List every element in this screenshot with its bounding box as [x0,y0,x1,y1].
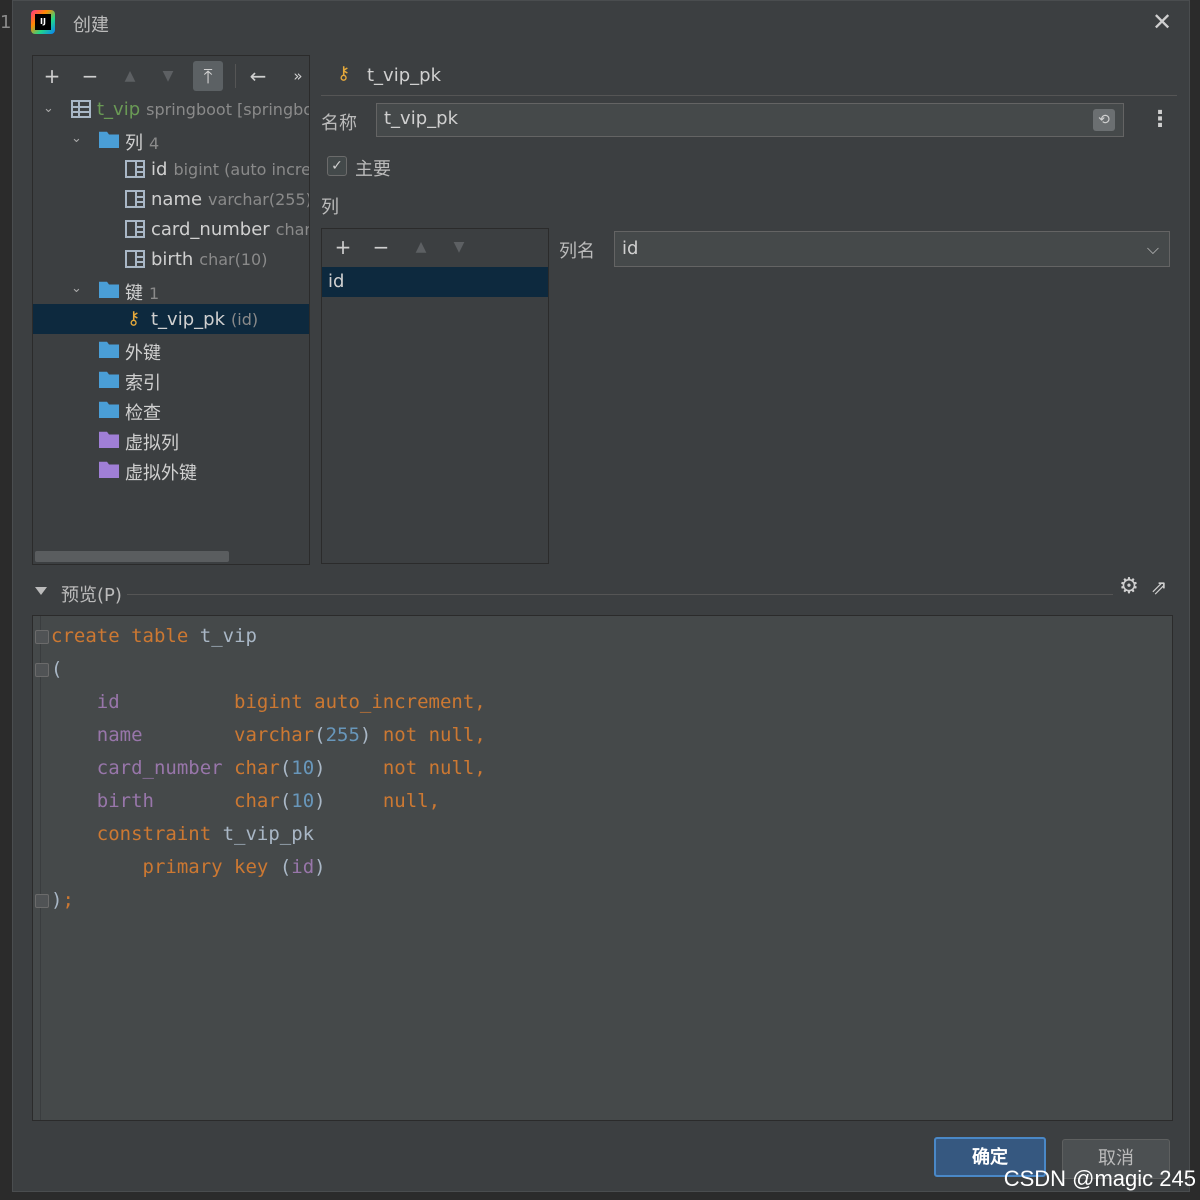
fold-marker-icon[interactable] [35,630,49,644]
folder-label: 外键 [125,343,161,364]
more-options-icon[interactable]: ⋮ [1149,107,1171,133]
intellij-app-icon: IJ [31,10,55,34]
name-label: 名称 [321,113,357,134]
sql-code: create table t_vip ( id bigint auto_incr… [51,625,486,911]
chevron-down-icon[interactable]: ⌄ [43,101,59,117]
folder-label: 索引 [125,373,161,394]
column-icon [125,220,145,238]
pin-to-top-icon[interactable]: ⤒ [193,61,223,91]
fold-marker-icon[interactable] [35,894,49,908]
column-name-label: 列名 [559,241,595,262]
primary-checkbox[interactable]: ✓ [327,156,347,176]
preview-divider [127,594,1113,595]
add-icon[interactable]: + [37,61,67,91]
gear-icon[interactable]: ⚙ [1117,575,1141,599]
tree-item-column[interactable]: idbigint (auto increment) [33,154,309,184]
column-label: name varchar(255) [151,189,309,210]
key-columns-list: + − ▲ ▼ id [321,228,549,564]
remove-icon[interactable]: − [366,232,396,262]
schema-tree-panel: + − ▲ ▼ ⤒ ← » ⌄ t_vip springboot [springb… [32,55,310,565]
column-icon [125,250,145,268]
background-editor-left: 1 [0,0,12,1200]
primary-label: 主要 [355,159,391,180]
folder-icon [99,371,119,388]
remove-icon[interactable]: − [75,61,105,91]
add-icon[interactable]: + [328,232,358,262]
folder-label: 虚拟列 [125,433,179,454]
sql-preview-editor[interactable]: create table t_vip ( id bigint auto_incr… [32,615,1173,1121]
folder-icon [99,401,119,418]
tree-item-key-selected[interactable]: ⚷ t_vip_pk (id) [33,304,309,334]
regenerate-name-icon[interactable]: ⟲ [1093,109,1115,131]
collapse-triangle-icon[interactable] [35,587,47,595]
horizontal-scrollbar[interactable] [35,551,229,562]
name-field[interactable]: t_vip_pk ⟲ [376,103,1124,137]
tree-toolbar: + − ▲ ▼ ⤒ ← » [33,56,309,94]
preview-label: 预览(P) [61,585,122,606]
virtual-folder-icon [99,431,119,448]
columns-folder-label: 列4 [125,133,160,154]
tree-item-column[interactable]: card_numberchar(10) [33,214,309,244]
tree-item-folder[interactable]: 虚拟外键 [33,454,309,484]
tree-item-folder[interactable]: 外键 [33,334,309,364]
tree-item-folder[interactable]: 索引 [33,364,309,394]
tree-item-columns-folder[interactable]: ⌄ 列4 [33,124,309,154]
editor-gutter [33,616,41,1120]
column-icon [125,190,145,208]
tree-item-table[interactable]: ⌄ t_vipspringboot [springboot] [33,94,309,124]
column-name-value: id [622,238,639,259]
watermark: CSDN @magic 245 [1003,1166,1196,1191]
move-down-icon[interactable]: ▼ [444,232,474,262]
tree-item-column[interactable]: birth char(10) [33,244,309,274]
header-divider [321,95,1177,96]
more-chevron-icon[interactable]: » [283,61,313,91]
detail-header-label: t_vip_pk [367,65,441,86]
back-arrow-icon[interactable]: ← [243,61,273,91]
key-label: t_vip_pk (id) [151,309,259,330]
chevron-down-icon[interactable]: ⌄ [71,281,87,297]
list-item[interactable]: id [322,267,548,297]
chevron-down-icon[interactable]: ⌵ [1147,232,1159,266]
table-name: t_vipspringboot [springboot] [97,99,309,120]
tree-item-folder[interactable]: 检查 [33,394,309,424]
key-icon: ⚷ [337,63,351,84]
tree-item-folder[interactable]: 虚拟列 [33,424,309,454]
keys-folder-label: 键1 [125,283,160,304]
create-dialog: IJ 创建 ✕ + − ▲ ▼ ⤒ ← » ⌄ t_vip springboot … [12,0,1190,1192]
table-icon [71,100,91,118]
name-value: t_vip_pk [384,108,458,129]
move-down-icon[interactable]: ▼ [153,61,183,91]
key-icon: ⚷ [127,308,141,329]
column-label: idbigint (auto increment) [151,159,309,180]
primary-key-column-icon [125,160,145,178]
virtual-folder-icon [99,461,119,478]
folder-icon [99,131,119,148]
toolbar-divider [235,64,236,88]
columns-section-label: 列 [321,197,339,218]
move-up-icon[interactable]: ▲ [115,61,145,91]
line-number: 1 [0,12,12,33]
fold-marker-icon[interactable] [35,663,49,677]
folder-label: 检查 [125,403,161,424]
folder-label: 虚拟外键 [125,463,197,484]
move-up-icon[interactable]: ▲ [406,232,436,262]
tree-item-keys-folder[interactable]: ⌄ 键1 [33,274,309,304]
column-name-select[interactable]: id ⌵ [614,231,1170,267]
column-label: birth char(10) [151,249,268,270]
tree-item-column[interactable]: name varchar(255) [33,184,309,214]
title-bar: IJ 创建 ✕ [13,1,1189,43]
folder-icon [99,341,119,358]
dialog-title: 创建 [73,15,109,36]
chevron-down-icon[interactable]: ⌄ [71,131,87,147]
column-label: card_numberchar(10) [151,219,309,240]
close-button[interactable]: ✕ [1149,9,1175,35]
folder-icon [99,281,119,298]
popout-icon[interactable]: ⇗ [1147,575,1171,599]
